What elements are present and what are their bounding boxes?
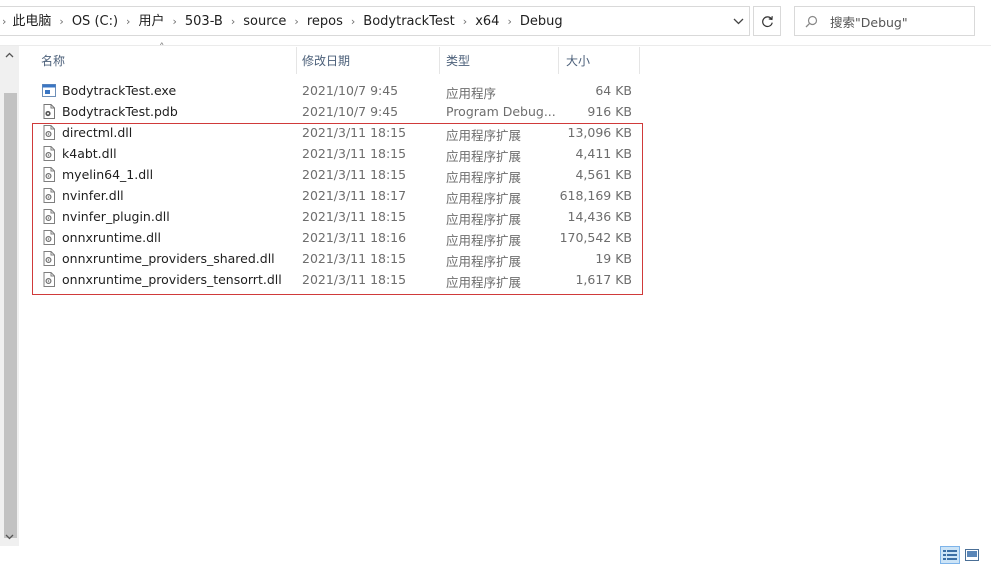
breadcrumb-separator-icon[interactable]: › [118, 16, 138, 27]
address-history-button[interactable] [727, 7, 749, 35]
breadcrumb-this-pc[interactable]: 此电脑 [12, 15, 51, 28]
highlight-box [32, 123, 643, 295]
chevron-up-icon [5, 52, 14, 58]
file-size: 64 KB [595, 83, 632, 98]
breadcrumb-separator-icon[interactable]: › [343, 16, 363, 27]
breadcrumb-separator-icon[interactable]: › [51, 16, 71, 27]
search-box[interactable]: 搜索"Debug" [794, 6, 975, 36]
refresh-button[interactable] [753, 6, 781, 36]
column-header-size[interactable]: 大小 [566, 47, 638, 74]
file-type: 应用程序 [446, 86, 497, 101]
column-divider[interactable] [296, 47, 297, 74]
address-bar[interactable]: › 此电脑 › OS (C:) › 用户 › 503-B › source › … [0, 6, 750, 36]
scroll-down-button[interactable] [0, 528, 19, 546]
breadcrumb-user[interactable]: 503-B [185, 15, 223, 28]
column-header-type[interactable]: 类型 [446, 47, 558, 74]
chevron-down-icon [733, 18, 743, 24]
search-icon [805, 15, 818, 27]
breadcrumb: › 此电脑 › OS (C:) › 用户 › 503-B › source › … [0, 7, 727, 35]
details-view-button[interactable] [940, 546, 960, 564]
breadcrumb-os-drive[interactable]: OS (C:) [72, 15, 118, 28]
breadcrumb-separator-icon[interactable]: › [164, 16, 184, 27]
file-name: BodytrackTest.pdb [62, 104, 178, 119]
scroll-up-button[interactable] [0, 46, 19, 64]
breadcrumb-project[interactable]: BodytrackTest [363, 15, 455, 28]
scroll-thumb[interactable] [4, 93, 17, 538]
breadcrumb-separator-icon[interactable]: › [499, 16, 519, 27]
chevron-down-icon [5, 534, 14, 540]
breadcrumb-users[interactable]: 用户 [138, 15, 164, 28]
large-icons-view-button[interactable] [962, 546, 982, 564]
file-date: 2021/10/7 9:45 [302, 104, 399, 119]
search-input[interactable]: 搜索"Debug" [830, 12, 908, 31]
file-name: BodytrackTest.exe [62, 83, 177, 98]
details-view-icon [943, 550, 957, 560]
file-size: 916 KB [587, 104, 632, 119]
column-divider[interactable] [639, 47, 640, 74]
breadcrumb-x64[interactable]: x64 [475, 15, 499, 28]
column-header-name[interactable]: 名称 [41, 47, 296, 74]
breadcrumb-separator-icon[interactable]: › [0, 16, 12, 27]
column-divider[interactable] [558, 47, 559, 74]
file-date: 2021/10/7 9:45 [302, 83, 399, 98]
vertical-scrollbar[interactable] [0, 46, 19, 546]
breadcrumb-debug[interactable]: Debug [520, 15, 563, 28]
breadcrumb-separator-icon[interactable]: › [286, 16, 306, 27]
breadcrumb-repos[interactable]: repos [307, 15, 343, 28]
column-divider[interactable] [439, 47, 440, 74]
toolbar-divider [0, 45, 991, 46]
refresh-icon [761, 15, 773, 27]
pdb-icon [43, 104, 55, 119]
file-row[interactable]: BodytrackTest.exe 2021/10/7 9:45 应用程序 64… [34, 80, 642, 101]
file-type: Program Debug... [446, 104, 556, 119]
column-header-date[interactable]: 修改日期 [302, 47, 438, 74]
breadcrumb-separator-icon[interactable]: › [455, 16, 475, 27]
large-icons-view-icon [965, 549, 979, 561]
breadcrumb-source[interactable]: source [243, 15, 286, 28]
exe-icon [42, 84, 56, 97]
breadcrumb-separator-icon[interactable]: › [223, 16, 243, 27]
file-row[interactable]: BodytrackTest.pdb 2021/10/7 9:45 Program… [34, 101, 642, 122]
